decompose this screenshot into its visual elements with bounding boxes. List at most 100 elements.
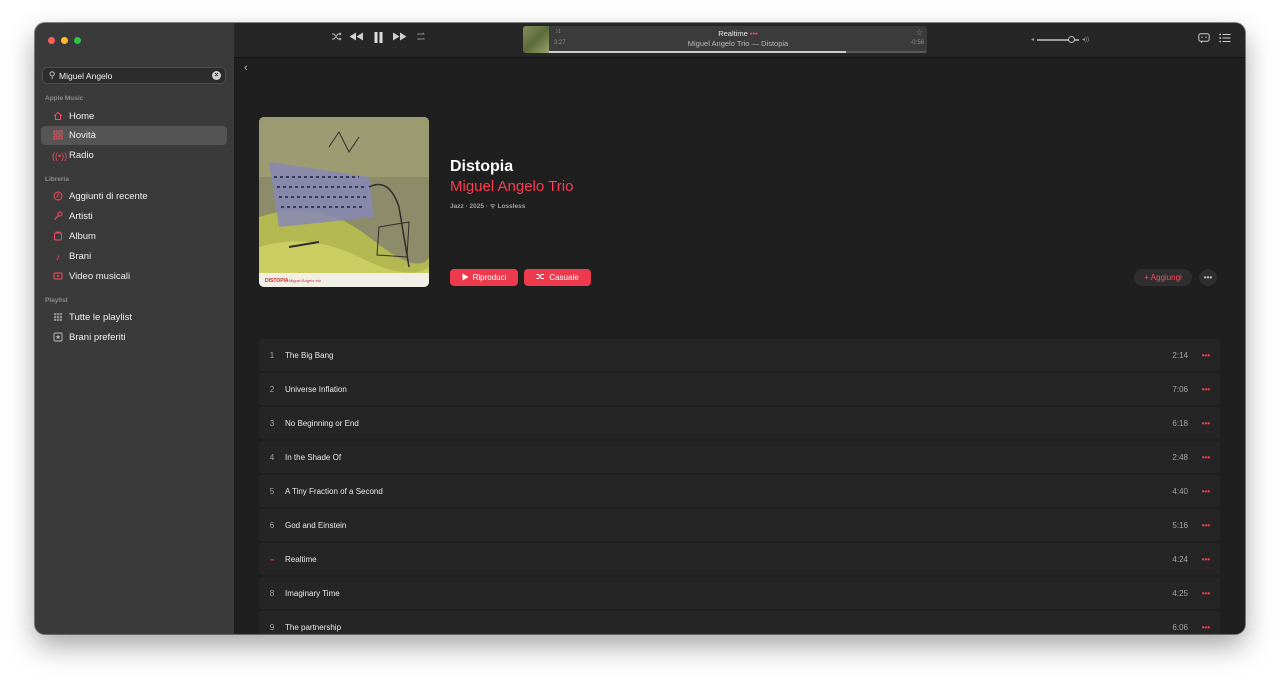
track-name: God and Einstein [285, 520, 347, 530]
album-page: ‹ DISTOPIA Miguel Ângelo trio Distopia M… [234, 58, 1245, 634]
album-more-button[interactable]: ••• [1199, 269, 1217, 286]
playlist-grid-icon [52, 312, 64, 324]
sidebar-item-label: Radio [69, 150, 94, 161]
track-more-button[interactable]: ••• [1196, 589, 1216, 598]
track-duration: 4:25 [1172, 588, 1188, 598]
toolbar: ⤨ 3:27 Realtime ••• Miguel Angelo Trio —… [234, 23, 1245, 58]
section-library: Libreria [45, 176, 69, 183]
minimize-window-button[interactable] [61, 37, 68, 44]
album-artist-link[interactable]: Miguel Angelo Trio [450, 178, 573, 195]
fast-forward-icon[interactable] [392, 32, 407, 44]
video-icon [52, 271, 64, 283]
track-number: 8 [269, 588, 275, 598]
sidebar-item-label: Novità [69, 130, 96, 141]
track-more-button[interactable]: ••• [1196, 521, 1216, 530]
play-button[interactable]: Riproduci [450, 269, 518, 286]
progress-fill [549, 51, 847, 53]
sidebar-item-label: Album [69, 231, 96, 242]
track-list: 1 The Big Bang 2:14 ••• 2 Universe Inflation 7… [259, 339, 1220, 634]
track-more-button[interactable]: ••• [1196, 419, 1216, 428]
track-duration: 6:06 [1172, 622, 1188, 632]
star-playlist-icon [52, 332, 64, 344]
track-row[interactable]: 8 Imaginary Time 4:25 ••• [259, 577, 1220, 609]
track-row[interactable]: 4 In the Shade Of 2:48 ••• [259, 441, 1220, 473]
track-more-button[interactable]: ••• [1196, 487, 1216, 496]
sidebar-item-songs[interactable]: ♪ Brani [41, 247, 227, 266]
sidebar-item-label: Home [69, 111, 95, 122]
home-icon [52, 111, 64, 123]
favorite-star-icon[interactable]: ☆ [916, 28, 923, 37]
track-row[interactable]: 6 God and Einstein 5:16 ••• [259, 509, 1220, 541]
track-duration: 5:16 [1172, 520, 1188, 530]
volume-low-icon: ◂ [1031, 37, 1035, 43]
sidebar-item-novita[interactable]: Novità [41, 126, 227, 145]
track-row[interactable]: 1 The Big Bang 2:14 ••• [259, 339, 1220, 371]
search-input[interactable]: Miguel Angelo [59, 71, 212, 81]
track-duration: 4:40 [1172, 486, 1188, 496]
track-row[interactable]: 5 A Tiny Fraction of a Second 4:40 ••• [259, 475, 1220, 507]
sidebar-item-home[interactable]: Home [41, 107, 227, 126]
track-row[interactable]: 2 Universe Inflation 7:06 ••• [259, 373, 1220, 405]
track-row[interactable]: 3 No Beginning or End 6:18 ••• [259, 407, 1220, 439]
now-playing-artwork [523, 26, 549, 53]
queue-icon[interactable] [1219, 33, 1231, 46]
zoom-window-button[interactable] [74, 37, 81, 44]
sidebar-item-radio[interactable]: ((•)) Radio [41, 146, 227, 165]
track-more-button[interactable]: ••• [1196, 453, 1216, 462]
sidebar-item-recent[interactable]: Aggiunti di recente [41, 187, 227, 206]
clear-search-icon[interactable]: × [212, 71, 221, 80]
album-icon [52, 231, 64, 243]
search-field[interactable]: ⚲ Miguel Angelo × [42, 67, 226, 84]
track-number: 2 [269, 384, 275, 394]
sidebar-item-label: Artisti [69, 211, 93, 222]
shuffle-icon[interactable] [331, 32, 342, 44]
close-window-button[interactable] [48, 37, 55, 44]
track-number: 9 [269, 622, 275, 632]
sidebar-item-favorites[interactable]: Brani preferiti [41, 328, 227, 347]
window-controls [48, 37, 81, 44]
sidebar-item-label: Video musicali [69, 271, 131, 282]
track-name: A Tiny Fraction of a Second [285, 486, 383, 496]
sidebar-item-artists[interactable]: Artisti [41, 207, 227, 226]
lyrics-icon[interactable] [1198, 33, 1210, 47]
track-more-button[interactable]: ••• [1196, 623, 1216, 632]
track-duration: 6:18 [1172, 418, 1188, 428]
track-number: 4 [269, 452, 275, 462]
sidebar-item-videos[interactable]: Video musicali [41, 267, 227, 286]
sidebar-item-album[interactable]: Album [41, 227, 227, 246]
sidebar-item-label: Tutte le playlist [69, 312, 133, 323]
track-row[interactable]: 9 The partnership 6:06 ••• [259, 611, 1220, 634]
track-more-button[interactable]: ••• [1196, 351, 1216, 360]
sidebar: ⚲ Miguel Angelo × Apple Music Home Novit… [35, 23, 235, 634]
now-playing-title-text: Realtime [718, 29, 748, 38]
volume-knob[interactable] [1068, 35, 1076, 43]
add-to-library-button[interactable]: + Aggiungi [1134, 269, 1192, 286]
pause-icon[interactable] [374, 32, 383, 46]
volume-high-icon: ◂)) [1082, 37, 1090, 43]
grid-icon [52, 130, 64, 142]
progress-bar[interactable] [549, 51, 927, 53]
shuffle-small-icon [536, 273, 545, 282]
repeat-icon[interactable] [416, 32, 426, 44]
rewind-icon[interactable] [349, 32, 364, 44]
sidebar-item-label: Aggiunti di recente [69, 191, 148, 202]
track-more-button[interactable]: ••• [1196, 555, 1216, 564]
track-number: 6 [269, 520, 275, 530]
cover-artist-text: Miguel Ângelo trio [289, 278, 322, 283]
clock-icon [52, 191, 64, 203]
now-playing-more-button[interactable]: ••• [750, 29, 758, 38]
now-playing-display[interactable]: ⤨ 3:27 Realtime ••• Miguel Angelo Trio —… [523, 26, 927, 53]
track-more-button[interactable]: ••• [1196, 385, 1216, 394]
microphone-icon [52, 211, 64, 223]
track-row[interactable]: ▪▪▪▪ Realtime 4:24 ••• [259, 543, 1220, 575]
shuffle-button[interactable]: Casuale [524, 269, 591, 286]
back-chevron-icon[interactable]: ‹ [244, 62, 248, 74]
track-number: 1 [269, 350, 275, 360]
section-playlist: Playlist [45, 297, 68, 304]
remaining-time: -0:56 [910, 40, 924, 46]
track-number: 3 [269, 418, 275, 428]
volume-control[interactable]: ◂ ◂)) [1031, 35, 1090, 43]
track-name: The Big Bang [285, 350, 334, 360]
sidebar-item-all-playlists[interactable]: Tutte le playlist [41, 308, 227, 327]
volume-slider[interactable] [1037, 35, 1080, 43]
